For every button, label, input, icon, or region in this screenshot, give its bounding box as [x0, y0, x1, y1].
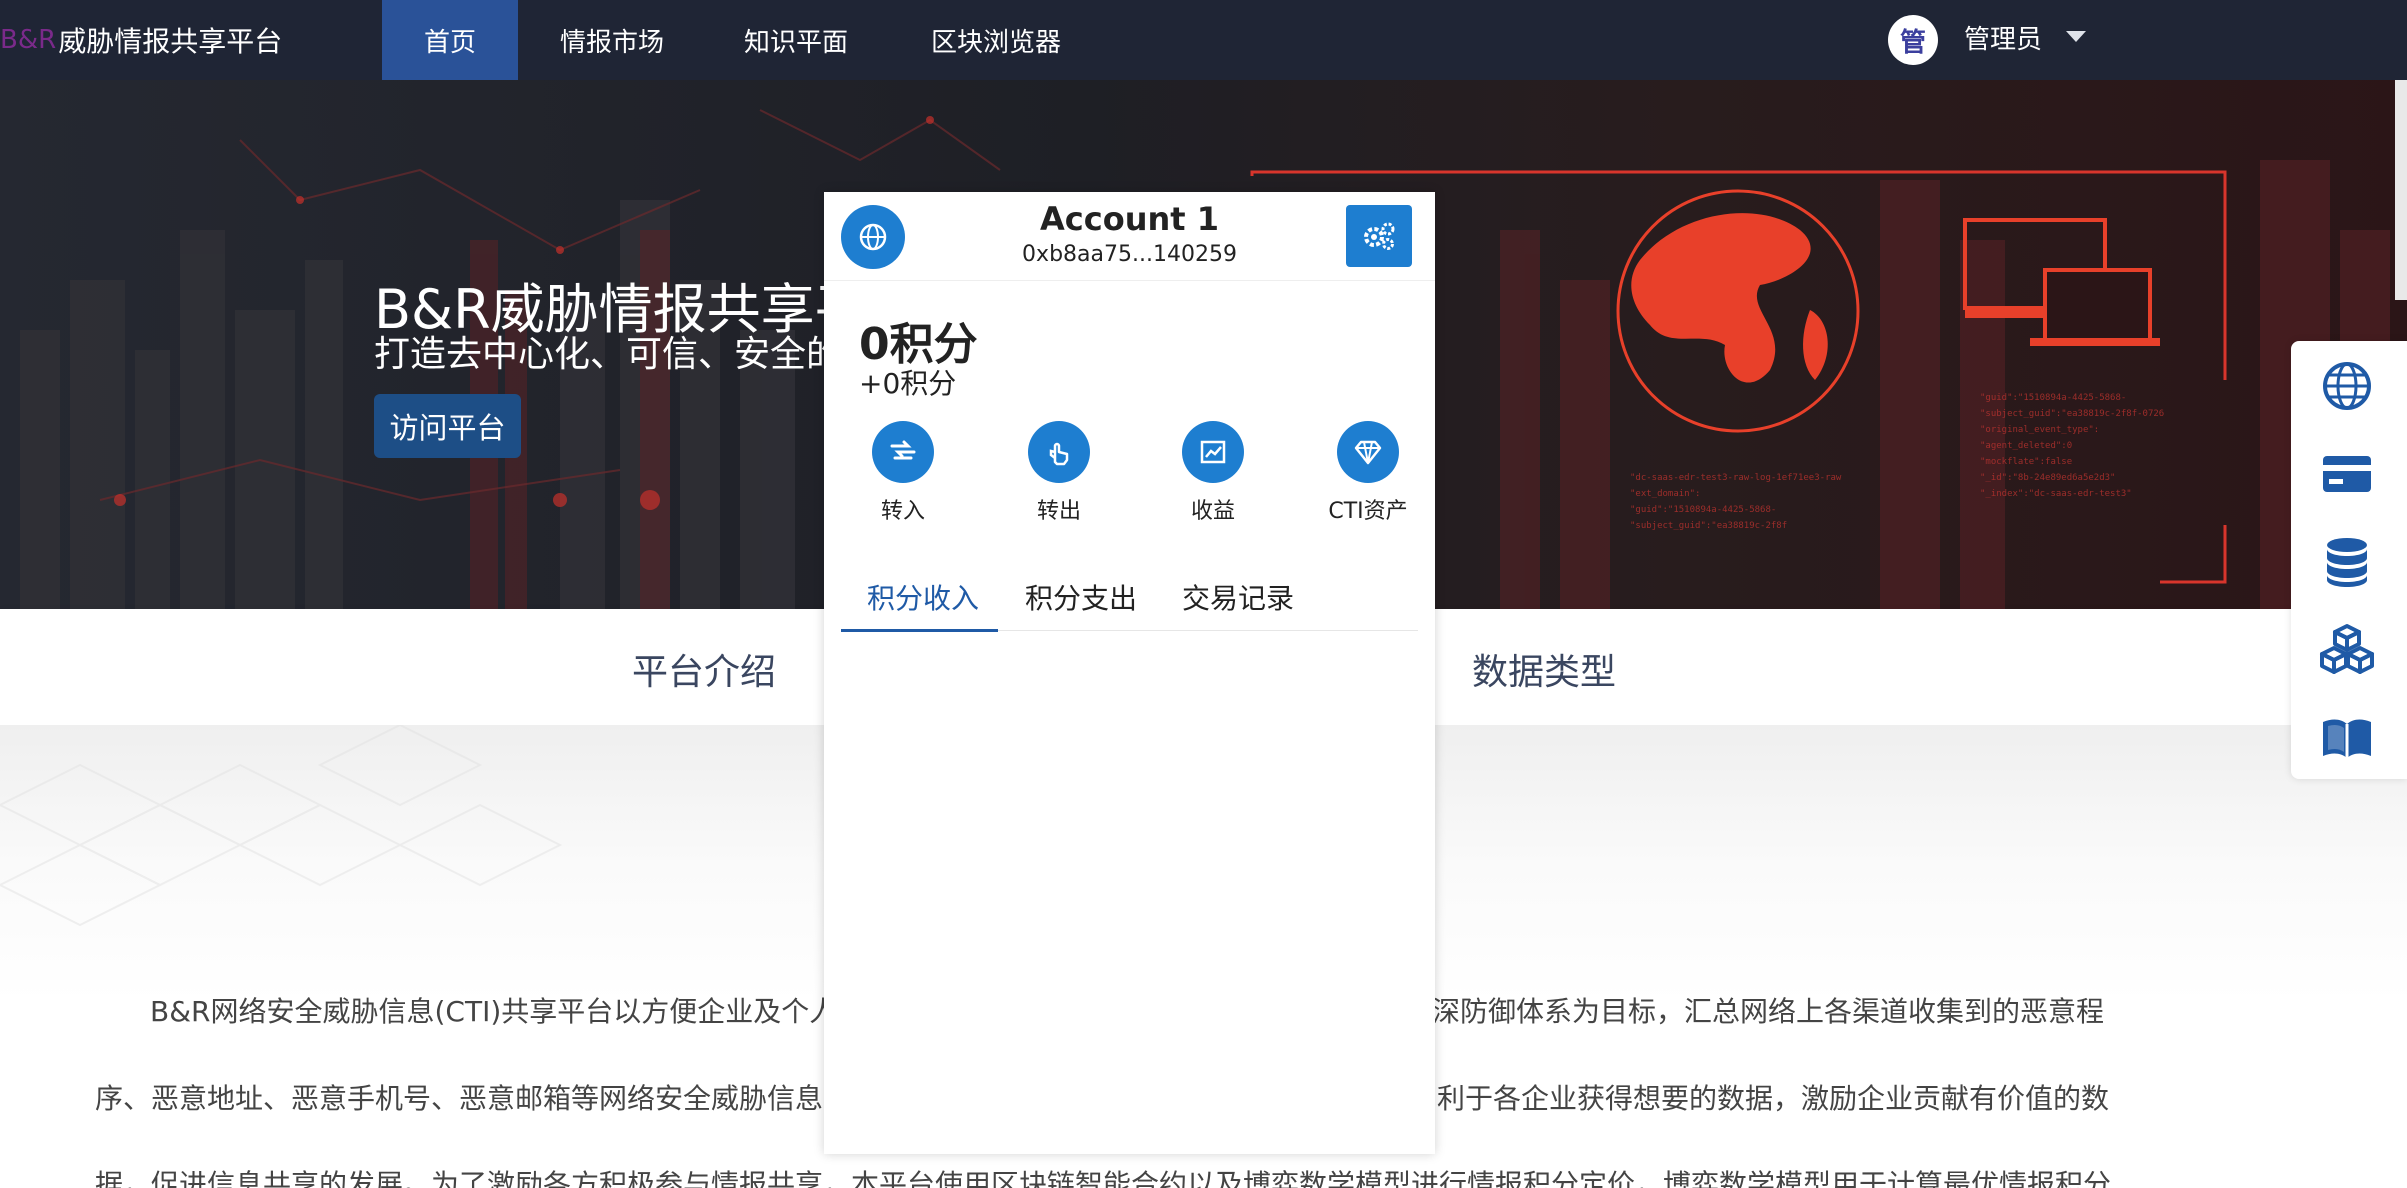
intro-line-1a: B&R网络安全威胁信息(CTI)共享平台以方便企业及个人 [150, 995, 838, 1028]
settings-button[interactable] [1346, 205, 1412, 267]
earnings-label: 收益 [1190, 499, 1235, 524]
top-navbar: B&R 威胁情报共享平台 首页 情报市场 知识平面 区块浏览器 管 管理员 [0, 0, 2407, 80]
brand-title: 威胁情报共享平台 [58, 25, 283, 58]
hero-subtitle: 打造去中心化、可信、安全的 [374, 334, 843, 375]
earnings-chart-icon [1200, 440, 1226, 464]
intro-line-3: 据，促进信息共享的发展。为了激励各方积极参与情报共享，本平台使用区块链智能合约以… [95, 1168, 2112, 1188]
svg-text:"subject_guid":"ea38819c-2f8f: "subject_guid":"ea38819c-2f8f [1630, 521, 1787, 531]
background-tiles [0, 725, 563, 927]
intro-line-2a: 序、恶意地址、恶意手机号、恶意邮箱等网络安全威胁信息 [95, 1082, 824, 1115]
svg-text:"subject_guid":"ea38819c-2f8f-: "subject_guid":"ea38819c-2f8f-0726 [1980, 409, 2164, 419]
book-icon[interactable] [2319, 710, 2375, 766]
balance-delta: +0积分 [859, 367, 957, 400]
intro-line-2b: 利于各企业获得想要的数据，激励企业贡献有价值的数 [1437, 1082, 2110, 1115]
globe-icon[interactable] [2319, 358, 2375, 414]
nav-tab-knowledge-plane[interactable]: 知识平面 [728, 0, 864, 80]
user-name[interactable]: 管理员 [1964, 19, 2042, 61]
nav-tab-intel-market[interactable]: 情报市场 [542, 0, 682, 80]
wallet-popup: Account 1 0xb8aa75...140259 0积分 +0积分 转入 … [824, 192, 1435, 1154]
section-data-types[interactable]: 数据类型 [1472, 643, 1616, 695]
svg-text:"dc-saas-edr-test3-raw-log-1ef: "dc-saas-edr-test3-raw-log-1ef71ee3-raw [1630, 473, 1842, 483]
cti-assets-label: CTI资产 [1328, 499, 1408, 524]
svg-text:"guid":"1510894a-4425-5868-: "guid":"1510894a-4425-5868- [1980, 393, 2126, 403]
diamond-icon [1354, 440, 1382, 465]
tab-points-expense[interactable]: 积分支出 [1025, 577, 1137, 627]
earnings-button[interactable]: 收益 [1148, 421, 1278, 525]
scrollbar[interactable] [2395, 80, 2407, 300]
svg-text:"_id":"8b-24e89ed6a5e2d3": "_id":"8b-24e89ed6a5e2d3" [1980, 473, 2115, 483]
wallet-header: Account 1 0xb8aa75...140259 [824, 192, 1435, 281]
account-name: Account 1 [1040, 200, 1219, 238]
transfer-in-button[interactable]: 转入 [838, 421, 968, 525]
side-toolbar [2291, 341, 2407, 779]
nav-tab-block-explorer[interactable]: 区块浏览器 [918, 0, 1074, 80]
avatar[interactable]: 管 [1888, 15, 1938, 65]
database-icon[interactable] [2319, 534, 2375, 590]
gears-icon [1364, 222, 1395, 250]
transfer-out-button[interactable]: 转出 [994, 421, 1124, 525]
tab-points-income[interactable]: 积分收入 [867, 577, 979, 627]
cubes-icon[interactable] [2319, 622, 2375, 678]
svg-text:"ext_domain":: "ext_domain": [1630, 489, 1700, 499]
section-platform-intro[interactable]: 平台介绍 [632, 643, 776, 695]
svg-text:"original_event_type":: "original_event_type": [1980, 425, 2099, 435]
account-address[interactable]: 0xb8aa75...140259 [824, 242, 1435, 267]
transfer-out-label: 转出 [1036, 499, 1081, 524]
svg-text:"agent_deleted":0: "agent_deleted":0 [1980, 441, 2072, 451]
svg-text:"guid":"1510894a-4425-5868-: "guid":"1510894a-4425-5868- [1630, 505, 1776, 515]
svg-text:"_index":"dc-saas-edr-test3": "_index":"dc-saas-edr-test3" [1980, 489, 2132, 499]
transfer-in-label: 转入 [880, 499, 925, 524]
chevron-down-icon[interactable] [2066, 31, 2086, 42]
tab-transaction-history[interactable]: 交易记录 [1182, 577, 1294, 627]
cti-assets-button[interactable]: CTI资产 [1303, 421, 1433, 525]
svg-text:"mockflate":false: "mockflate":false [1980, 457, 2072, 467]
intro-line-1b: 深防御体系为目标，汇总网络上各渠道收集到的恶意程 [1432, 995, 2105, 1028]
visit-platform-button[interactable]: 访问平台 [374, 394, 521, 458]
brand-logo: B&R [0, 25, 57, 55]
transfer-out-icon [1049, 442, 1069, 466]
card-icon[interactable] [2319, 446, 2375, 502]
brand[interactable]: B&R 威胁情报共享平台 [0, 18, 282, 62]
transfer-in-icon [890, 440, 916, 460]
nav-tab-home[interactable]: 首页 [382, 0, 518, 80]
tab-content-empty [824, 632, 1435, 1154]
